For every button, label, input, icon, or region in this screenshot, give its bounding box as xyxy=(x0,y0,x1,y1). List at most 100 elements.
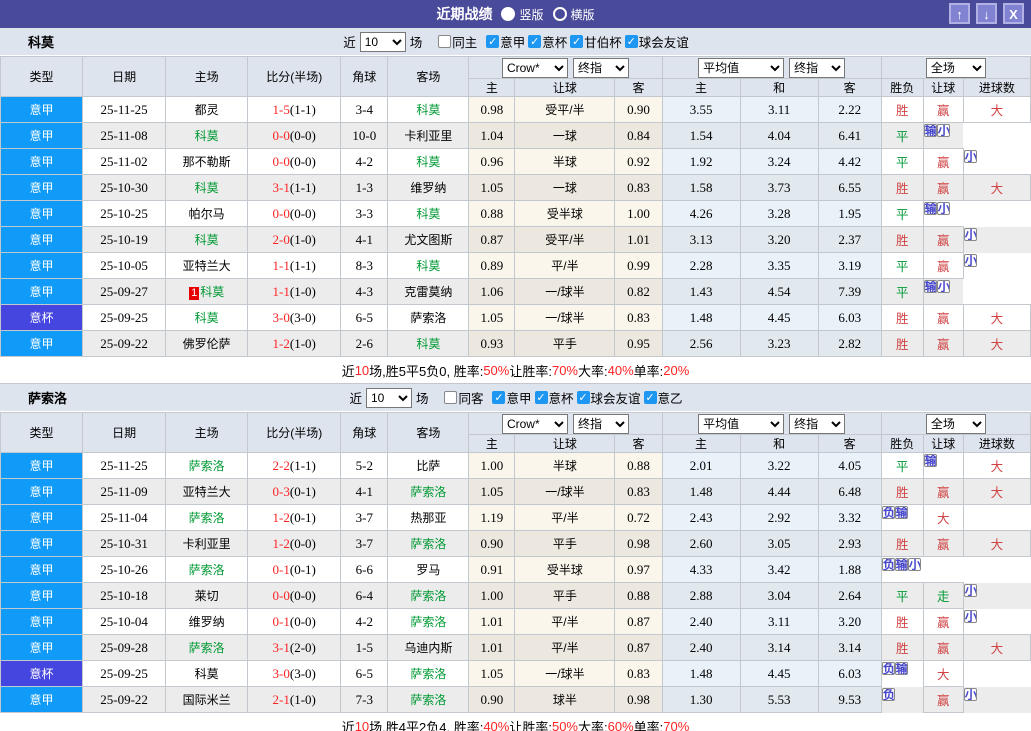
away-team-name: 科莫 xyxy=(416,103,441,117)
away-team-name: 萨索洛 xyxy=(410,311,447,325)
away-team-name: 科莫 xyxy=(416,337,441,351)
scope-select[interactable]: 全场 xyxy=(925,413,986,434)
asian-away-odds-cell: 0.98 xyxy=(614,686,663,713)
same-venue-filter[interactable]: 同客 xyxy=(444,388,483,407)
matches-table-como: 类型 日期 主场 比分(半场) 角球 客场 Crow* 终指 平均值 终指 全场… xyxy=(0,56,1031,357)
euro-home-odds-cell: 2.60 xyxy=(661,530,741,557)
halftime-score: (1-0) xyxy=(289,691,316,707)
asian-handicap-cell: 半球 xyxy=(514,452,616,479)
asian-handicap-cell: 平/半 xyxy=(514,504,616,531)
league-filter-coppa[interactable]: ✓ 意杯 xyxy=(534,388,574,407)
home-team-cell: 1 科莫 xyxy=(165,278,249,305)
col-header-asian-away: 客 xyxy=(614,434,663,453)
move-up-button[interactable]: ↑ xyxy=(949,3,970,24)
bookmaker-select[interactable]: Crow* xyxy=(501,413,568,434)
euro-away-odds-cell: 6.41 xyxy=(817,122,882,149)
radio-unselected-icon xyxy=(552,7,567,21)
euro-away-odds-cell: 7.39 xyxy=(817,278,882,305)
away-team-cell: 科莫 xyxy=(387,252,470,279)
league-filter-friendly[interactable]: ✓ 球会友谊 xyxy=(576,388,641,407)
asian-handicap-cell: 受半球 xyxy=(514,556,616,583)
asian-final-odds-select[interactable]: 终指 xyxy=(572,413,629,434)
summary-segment: 40% xyxy=(483,718,510,731)
fulltime-score: 0-1 xyxy=(272,613,290,629)
radio-selected-icon xyxy=(501,7,516,21)
league-filter-friendly[interactable]: ✓ 球会友谊 xyxy=(624,32,689,51)
euro-final-odds-select[interactable]: 终指 xyxy=(789,413,846,434)
asian-handicap-cell: 受半球 xyxy=(514,200,616,227)
home-team-name: 亚特兰大 xyxy=(182,485,231,499)
home-team-cell: 科莫 xyxy=(165,122,249,149)
col-header-corner: 角球 xyxy=(340,56,389,97)
summary-segment: 50% xyxy=(551,718,578,731)
recent-count-select[interactable]: 10 xyxy=(365,387,412,408)
summary-segment: 大率: xyxy=(578,719,608,731)
bookmaker-select[interactable]: Crow* xyxy=(501,57,568,78)
team-name: 萨索洛 xyxy=(28,391,68,406)
home-team-name: 科莫 xyxy=(194,129,219,143)
home-team-cell: 亚特兰大 xyxy=(165,252,249,279)
score-cell: 1-2(0-1) xyxy=(247,504,342,531)
home-team-cell: 都灵 xyxy=(165,96,249,123)
away-team-cell: 萨索洛 xyxy=(387,582,470,609)
asian-home-odds-cell: 1.00 xyxy=(468,452,516,479)
asian-home-odds-cell: 1.19 xyxy=(468,504,516,531)
close-button[interactable]: X xyxy=(1003,3,1024,24)
same-venue-filter[interactable]: 同主 xyxy=(438,32,477,51)
euro-draw-odds-cell: 3.28 xyxy=(739,200,819,227)
rank-badge: 1 xyxy=(189,287,200,300)
date-cell: 25-11-02 xyxy=(82,148,167,175)
league-filter-serie-a[interactable]: ✓ 意甲 xyxy=(486,32,525,51)
asian-handicap-cell: 一/球半 xyxy=(514,660,616,687)
away-team-cell: 科莫 xyxy=(387,330,470,357)
average-odds-select[interactable]: 平均值 xyxy=(698,57,785,78)
asian-handicap-cell: 平/半 xyxy=(514,608,616,635)
recent-count-select[interactable]: 10 xyxy=(359,31,406,52)
score-cell: 1-2(1-0) xyxy=(247,330,342,357)
result-goals-cell: 小 xyxy=(963,253,977,267)
asian-handicap-cell: 一球 xyxy=(514,174,616,201)
euro-final-odds-select[interactable]: 终指 xyxy=(789,57,846,78)
filter-label: 甘伯杯 xyxy=(584,36,622,50)
away-team-name: 萨索洛 xyxy=(410,589,447,603)
halftime-score: (1-1) xyxy=(289,179,316,195)
league-filter-gamper[interactable]: ✓ 甘伯杯 xyxy=(570,32,622,51)
euro-away-odds-cell: 1.95 xyxy=(817,200,882,227)
col-header-euro-away: 客 xyxy=(817,434,882,453)
home-team-name: 科莫 xyxy=(200,285,225,299)
league-filter-coppa[interactable]: ✓ 意杯 xyxy=(528,32,567,51)
asian-final-odds-select[interactable]: 终指 xyxy=(572,57,629,78)
layout-option-vertical[interactable]: 竖版 xyxy=(501,6,544,23)
result-handicap-cell: 输 xyxy=(894,662,908,676)
scope-select[interactable]: 全场 xyxy=(925,57,986,78)
home-team-cell: 莱切 xyxy=(165,582,249,609)
euro-away-odds-cell: 4.42 xyxy=(817,148,882,175)
corner-cell: 1-3 xyxy=(340,174,389,201)
asian-home-odds-cell: 0.96 xyxy=(468,148,516,175)
euro-home-odds-cell: 1.54 xyxy=(661,122,741,149)
league-filter-serie-a[interactable]: ✓ 意甲 xyxy=(492,388,532,407)
league-filter-serie-b[interactable]: ✓ 意乙 xyxy=(643,388,683,407)
asian-handicap-cell: 受平/半 xyxy=(514,226,616,253)
col-header-away: 客场 xyxy=(387,412,470,453)
date-cell: 25-10-25 xyxy=(82,200,167,227)
record-summary-sassuolo: 近 10 场,胜4平2负4, 胜率: 40% 让胜率: 50% 大率: 60% 单率: 70… xyxy=(0,713,1031,731)
near-label: 近 xyxy=(349,392,362,406)
average-odds-select[interactable]: 平均值 xyxy=(698,413,785,434)
col-header-asian-handicap: 让球 xyxy=(514,78,616,97)
match-row: 意甲 25-11-08 科莫 0-0(0-0) 10-0 卡利亚里 1.04 一球 0.84 1.… xyxy=(0,122,1031,149)
score-cell: 3-0(3-0) xyxy=(247,304,342,331)
euro-away-odds-cell: 6.03 xyxy=(817,660,882,687)
home-team-name: 帕尔马 xyxy=(188,207,225,221)
asian-home-odds-cell: 1.05 xyxy=(468,304,516,331)
away-team-name: 萨索洛 xyxy=(410,693,447,707)
layout-option-horizontal[interactable]: 横版 xyxy=(552,6,595,23)
away-team-cell: 萨索洛 xyxy=(387,530,470,557)
summary-segment: 近 xyxy=(341,363,355,379)
near-label: 近 xyxy=(343,36,356,50)
match-row: 意甲 25-09-22 佛罗伦萨 1-2(1-0) 2-6 科莫 0.93 平手 0.95 2.5… xyxy=(0,330,1031,357)
euro-draw-odds-cell: 3.22 xyxy=(739,452,819,479)
result-goals-cell: 大 xyxy=(962,634,1031,661)
result-wdl-cell: 平 xyxy=(880,200,924,227)
move-down-button[interactable]: ↓ xyxy=(976,3,997,24)
